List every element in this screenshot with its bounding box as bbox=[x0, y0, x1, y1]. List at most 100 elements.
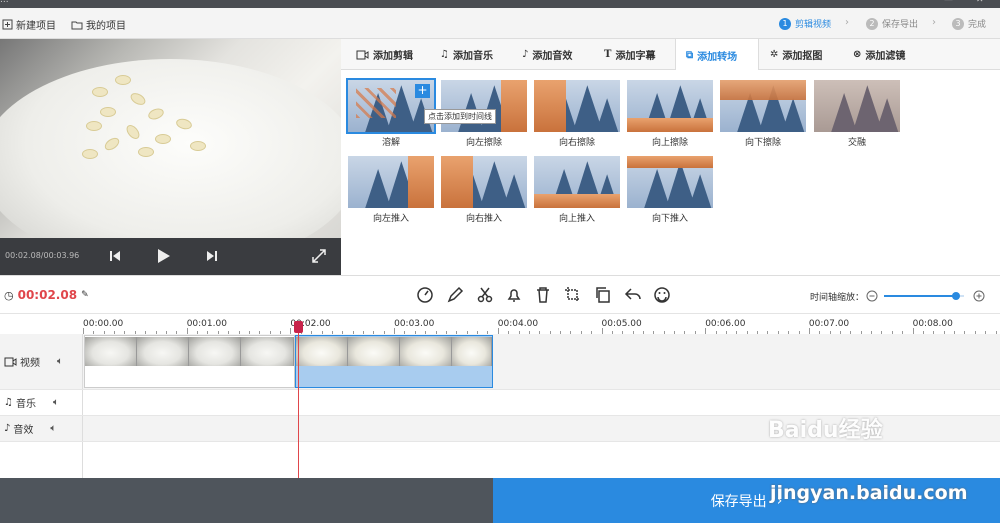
new-project-button[interactable]: 新建项目 bbox=[2, 17, 56, 32]
current-time: ◷ 00:02.08 ✎ bbox=[4, 288, 89, 302]
transition-label: 向上擦除 bbox=[651, 138, 688, 148]
fullscreen-icon[interactable] bbox=[312, 249, 326, 263]
tab-add-cutout[interactable]: ✲ 添加抠图 bbox=[770, 39, 822, 70]
ruler-tick-label: 00:06.00 bbox=[705, 319, 746, 329]
add-to-timeline-button[interactable]: + bbox=[415, 84, 430, 98]
ruler-tick-label: 00:05.00 bbox=[601, 319, 642, 329]
zoom-slider-handle[interactable] bbox=[952, 292, 960, 300]
transition-icon: ⧉ bbox=[686, 49, 694, 61]
tab-add-filter[interactable]: ⊗ 添加滤镜 bbox=[853, 39, 905, 70]
transition-up[interactable]: 向上擦除 bbox=[627, 80, 713, 148]
speaker-icon[interactable]: 🔈︎ bbox=[57, 356, 63, 367]
ruler-tick-label: 00:03.00 bbox=[394, 319, 435, 329]
watermark-url: jingyan.baidu.com bbox=[770, 482, 968, 504]
transition-thumbnail bbox=[534, 80, 620, 132]
playhead-line bbox=[298, 321, 299, 478]
window-title: ... bbox=[0, 0, 9, 5]
music-note-icon: ♫ bbox=[440, 49, 449, 60]
transition-blend[interactable]: 交融 bbox=[814, 80, 900, 148]
tab-add-clip[interactable]: 添加剪辑 bbox=[356, 39, 413, 70]
sound-effect-icon: ♪ bbox=[522, 49, 529, 60]
pencil-icon[interactable] bbox=[446, 286, 464, 304]
play-icon[interactable] bbox=[157, 248, 171, 264]
zoom-control[interactable] bbox=[866, 289, 986, 303]
crop-icon[interactable] bbox=[564, 286, 582, 304]
speed-icon[interactable] bbox=[416, 286, 434, 304]
close-button[interactable]: ✕ bbox=[976, 0, 984, 5]
text-icon: T bbox=[604, 49, 612, 60]
watermark: Baidu经验 bbox=[768, 418, 883, 443]
transition-thumbnail bbox=[441, 156, 527, 208]
step-done[interactable]: 3 完成 bbox=[952, 17, 986, 30]
ruler-tick-label: 00:04.00 bbox=[497, 319, 539, 329]
video-preview bbox=[0, 39, 341, 238]
prev-frame-icon[interactable] bbox=[109, 250, 121, 262]
transition-right[interactable]: 向右擦除 bbox=[534, 80, 620, 148]
transition-label: 向上推入 bbox=[558, 214, 595, 224]
transition-pushright[interactable]: 向右推入 bbox=[441, 156, 527, 224]
sound-effect-track-header: ♪ 音效 🔈︎ bbox=[0, 416, 83, 441]
speaker-icon[interactable]: 🔈︎ bbox=[53, 397, 59, 408]
video-track-label: 视频 bbox=[20, 358, 40, 369]
zoom-label: 时间轴缩放： bbox=[810, 293, 865, 303]
video-clip-1[interactable] bbox=[84, 335, 295, 388]
transition-thumbnail bbox=[627, 156, 713, 208]
plate-image bbox=[0, 59, 341, 238]
player-timecode: 00:02.08/00:03.96 bbox=[5, 251, 80, 260]
minimize-button[interactable]: — bbox=[944, 0, 953, 5]
speaker-icon[interactable]: 🔈︎ bbox=[50, 423, 56, 434]
transition-pushdown[interactable]: 向下推入 bbox=[627, 156, 713, 224]
new-file-icon bbox=[2, 19, 13, 30]
transition-label: 向右推入 bbox=[465, 214, 502, 224]
transition-label: 向下推入 bbox=[651, 214, 688, 224]
scissors-icon[interactable] bbox=[476, 286, 494, 304]
transition-label: 溶解 bbox=[381, 138, 400, 148]
timeline-tracks: 视频 🔈︎ ♫ 音乐 🔈︎ ♪ 音效 🔈︎ bbox=[0, 334, 1000, 478]
transition-thumbnail bbox=[348, 156, 434, 208]
video-clip-2[interactable] bbox=[295, 335, 493, 388]
transition-pushup[interactable]: 向上推入 bbox=[534, 156, 620, 224]
transition-pushleft[interactable]: 向左推入 bbox=[348, 156, 434, 224]
transition-thumbnail bbox=[534, 156, 620, 208]
transition-thumbnail bbox=[627, 80, 713, 132]
video-camera-icon bbox=[4, 357, 17, 366]
playhead-handle[interactable] bbox=[294, 321, 303, 333]
chevron-right-icon: › bbox=[845, 17, 849, 28]
new-project-label: 新建项目 bbox=[16, 21, 56, 32]
undo-icon[interactable] bbox=[624, 286, 642, 304]
emoji-icon[interactable] bbox=[653, 286, 671, 304]
menu-bar: 新建项目 我的项目 1 剪辑视频 › 2 保存导出 › 3 完成 bbox=[0, 8, 1000, 39]
next-frame-icon[interactable] bbox=[206, 250, 218, 262]
transition-label: 向右擦除 bbox=[558, 138, 595, 148]
tab-add-sound[interactable]: ♪ 添加音效 bbox=[522, 39, 572, 70]
step-edit[interactable]: 1 剪辑视频 bbox=[779, 17, 831, 30]
trash-icon[interactable] bbox=[534, 286, 552, 304]
copy-icon[interactable] bbox=[594, 286, 612, 304]
video-track-header: 视频 🔈︎ bbox=[0, 334, 83, 389]
timeline-ruler: 00:00.00 00:01.00 00:02.00 00:03.00 00:04.00… bbox=[0, 313, 1000, 334]
my-project-label: 我的项目 bbox=[86, 21, 126, 32]
transition-label: 向下擦除 bbox=[744, 138, 781, 148]
tab-add-subtitle[interactable]: T 添加字幕 bbox=[604, 39, 655, 70]
sound-effect-track-label: 音效 bbox=[13, 425, 34, 436]
magic-wand-icon: ✲ bbox=[770, 49, 779, 60]
music-track-header: ♫ 音乐 🔈︎ bbox=[0, 390, 83, 415]
tab-add-transition[interactable]: ⧉ 添加转场 bbox=[675, 39, 759, 71]
chevron-right-icon: › bbox=[932, 17, 936, 28]
save-export-label: 保存导出 bbox=[710, 493, 767, 510]
empty-track-area bbox=[0, 442, 1000, 478]
step-save[interactable]: 2 保存导出 bbox=[866, 17, 918, 30]
video-camera-icon bbox=[356, 50, 369, 59]
current-time-value: 00:02.08 bbox=[17, 288, 78, 302]
player-controls: 00:02.08/00:03.96 bbox=[0, 238, 341, 275]
music-note-icon: ♫ bbox=[4, 397, 13, 408]
edit-pencil-icon[interactable]: ✎ bbox=[81, 290, 89, 300]
tab-add-music[interactable]: ♫ 添加音乐 bbox=[440, 39, 493, 70]
video-track: 视频 🔈︎ bbox=[0, 334, 1000, 390]
transition-thumbnail bbox=[441, 80, 527, 132]
bell-icon[interactable] bbox=[505, 286, 523, 304]
transition-down[interactable]: 向下擦除 bbox=[720, 80, 806, 148]
filter-icon: ⊗ bbox=[853, 49, 862, 60]
transition-thumbnail bbox=[814, 80, 900, 132]
my-project-button[interactable]: 我的项目 bbox=[71, 17, 126, 32]
